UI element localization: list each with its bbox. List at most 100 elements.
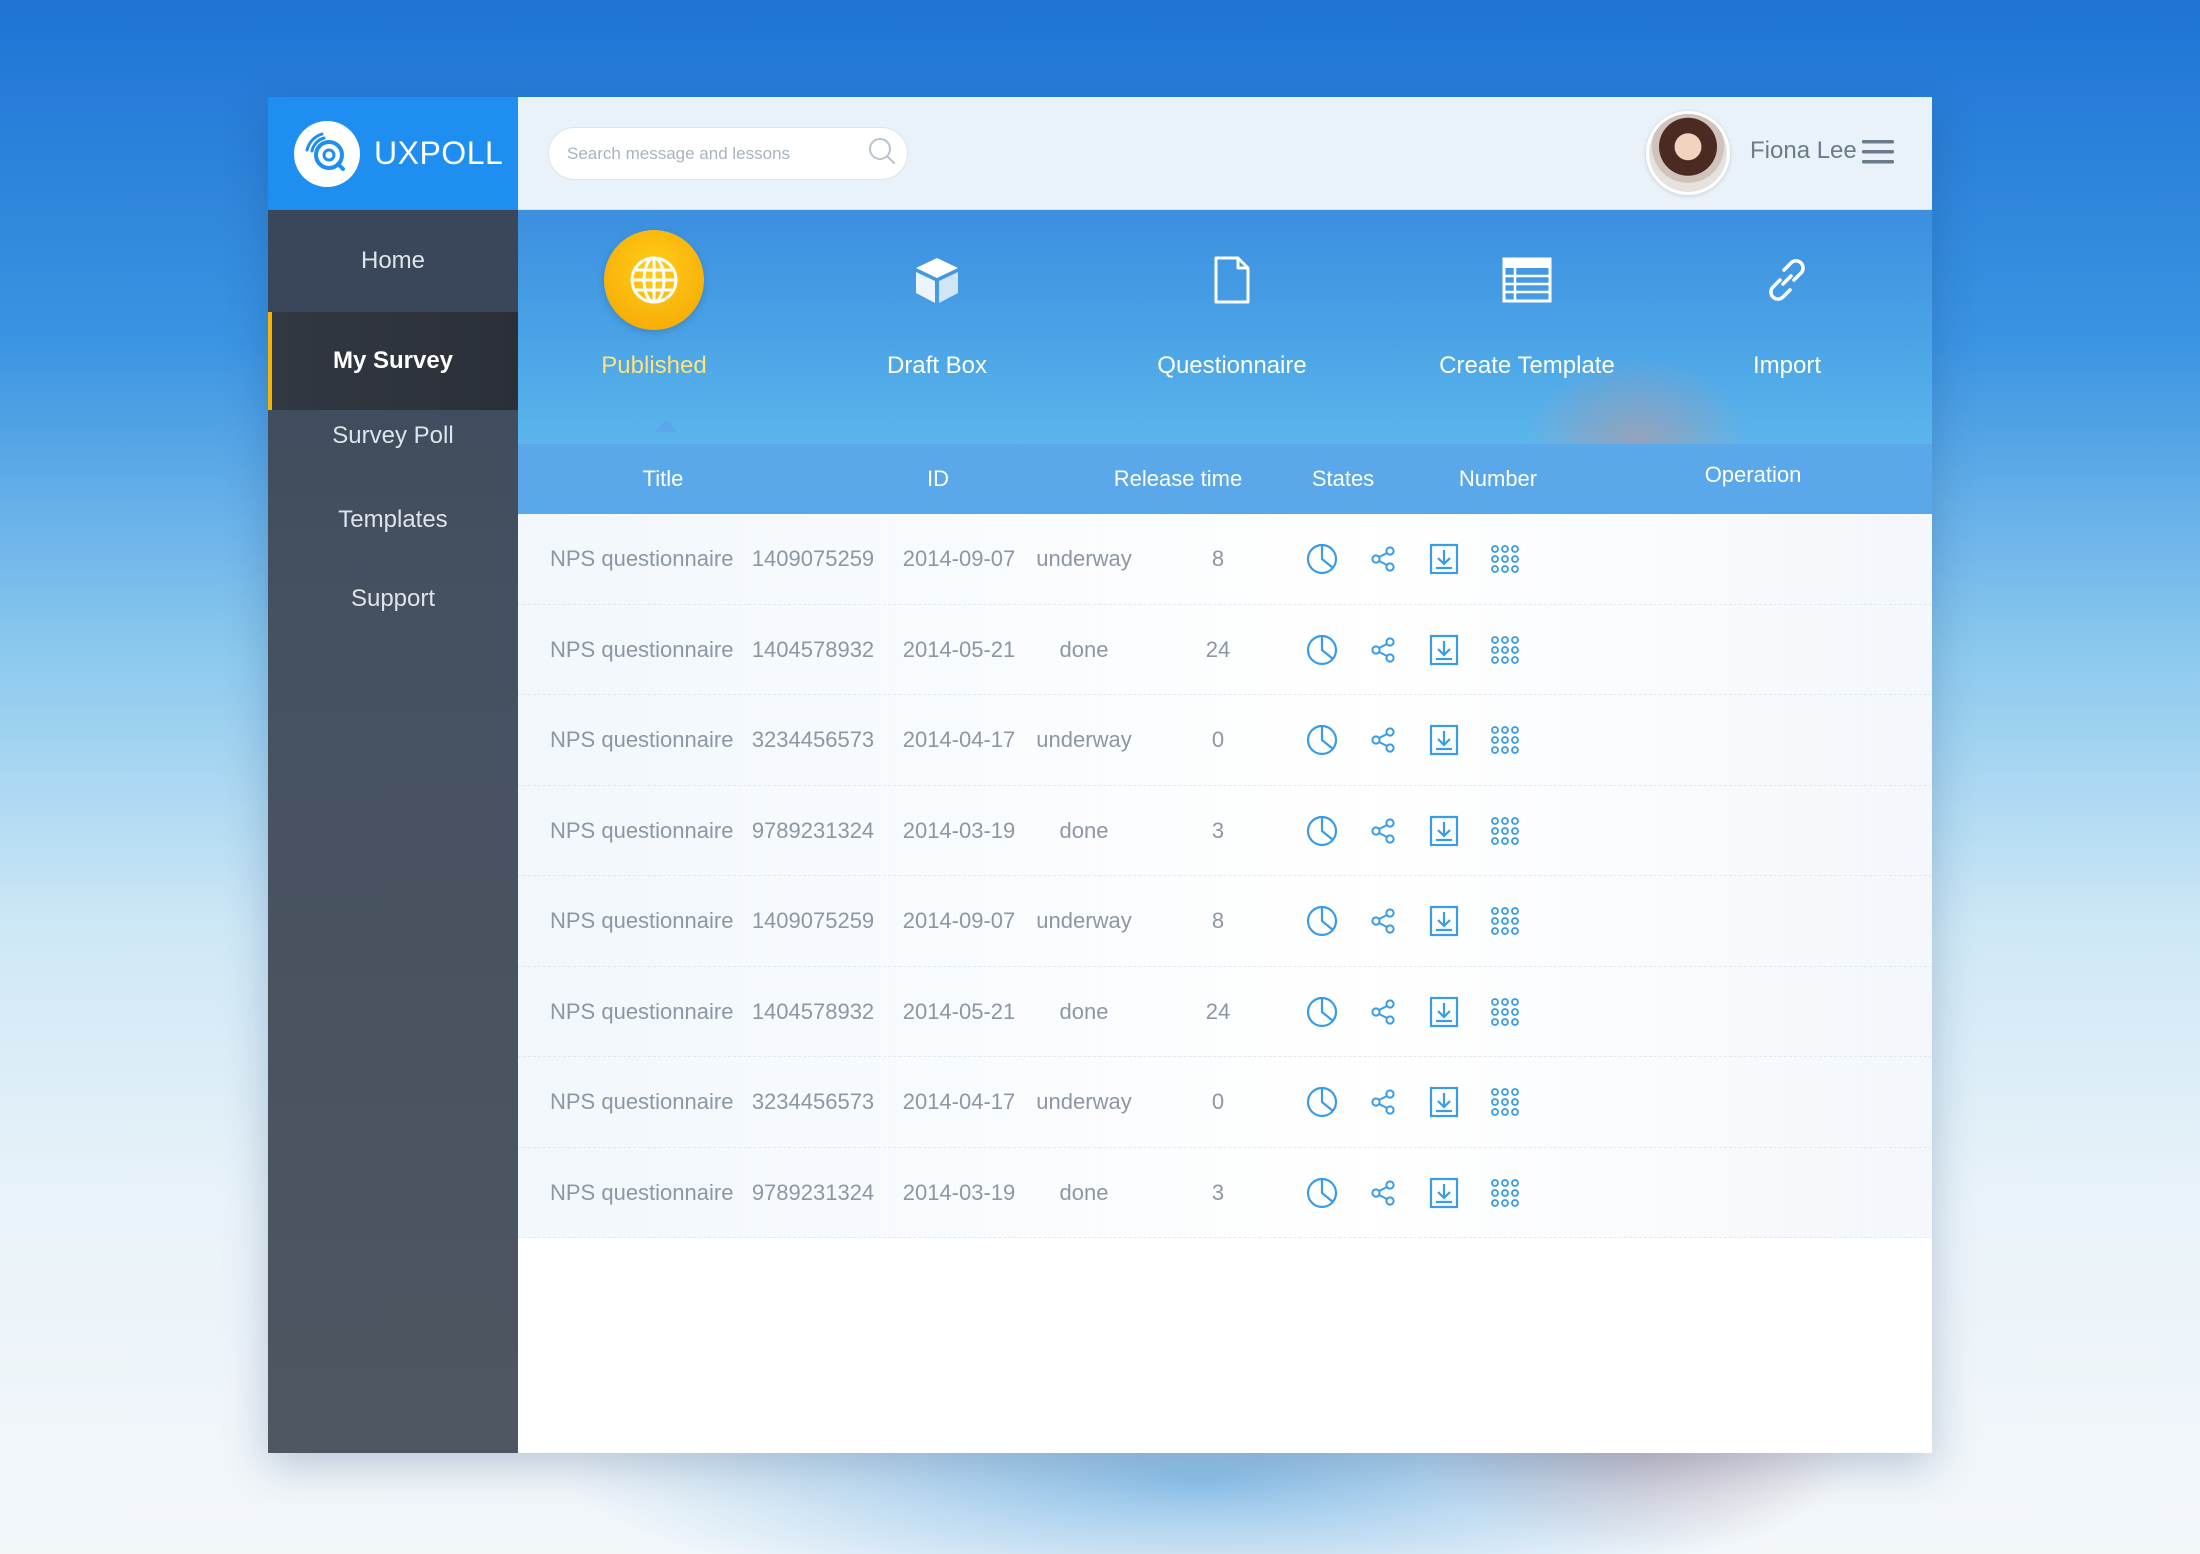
download-button[interactable] [1427, 633, 1461, 667]
table-row[interactable]: NPS questionnaire 1404578932 2014-05-21 don… [518, 966, 1932, 1057]
tab-label: Questionnaire [1157, 352, 1307, 379]
link-icon [1737, 230, 1837, 330]
sidebar-item-label: Templates [338, 506, 448, 533]
sidebar-item-label: Support [350, 585, 436, 612]
tab-banner: Published Draft Box Questionnaire Create… [518, 210, 1932, 444]
poll-logo-icon [294, 120, 360, 187]
search-input[interactable] [567, 143, 867, 164]
table-row[interactable]: NPS questionnaire 3234456573 2014-04-17 und… [518, 695, 1932, 786]
pie-chart-icon [1305, 542, 1339, 576]
brand[interactable]: UXPOLL [268, 97, 518, 210]
statistics-button[interactable] [1305, 633, 1339, 667]
hamburger-menu-icon[interactable] [1862, 138, 1894, 166]
statistics-button[interactable] [1305, 995, 1339, 1029]
sidebar-item-label: My Survey [332, 347, 454, 374]
statistics-button[interactable] [1305, 904, 1339, 938]
cell-number: 24 [1205, 636, 1231, 662]
cell-number: 0 [1211, 727, 1225, 752]
table-body: NPS questionnaire 1409075259 2014-09-07 und… [518, 514, 1932, 1238]
app-window: UXPOLL Home My Survey Survey Poll Templa… [268, 97, 1932, 1453]
share-button[interactable] [1366, 1176, 1400, 1210]
tab-published[interactable]: Published [534, 230, 774, 430]
table-row[interactable]: NPS questionnaire 9789231324 2014-03-19 don… [518, 1147, 1932, 1238]
sidebar-item-support[interactable]: Support [268, 578, 518, 620]
row-operations [1305, 1148, 1549, 1238]
share-button[interactable] [1366, 995, 1400, 1029]
share-button[interactable] [1366, 1085, 1400, 1119]
sidebar-item-templates[interactable]: Templates [268, 462, 518, 578]
table-row[interactable]: NPS questionnaire 3234456573 2014-04-17 und… [518, 1057, 1932, 1148]
share-icon [1368, 1087, 1398, 1117]
more-options-button[interactable] [1488, 995, 1522, 1029]
grid-menu-icon [1488, 633, 1522, 667]
share-icon [1368, 906, 1398, 936]
more-options-button[interactable] [1488, 1176, 1522, 1210]
download-button[interactable] [1427, 542, 1461, 576]
share-button[interactable] [1366, 814, 1400, 848]
table-row[interactable]: NPS questionnaire 9789231324 2014-03-19 don… [518, 785, 1932, 876]
sidebar-item-survey-poll[interactable]: Survey Poll [268, 410, 518, 462]
sidebar-item-label: Home [360, 247, 426, 274]
tab-label: Published [601, 352, 707, 379]
share-icon [1368, 725, 1398, 755]
download-button[interactable] [1427, 1085, 1461, 1119]
table-row[interactable]: NPS questionnaire 1404578932 2014-05-21 don… [518, 604, 1932, 695]
more-options-button[interactable] [1488, 904, 1522, 938]
pie-chart-icon [1305, 723, 1339, 757]
download-button[interactable] [1427, 904, 1461, 938]
avatar[interactable] [1646, 111, 1730, 195]
row-operations [1305, 605, 1549, 695]
sidebar-item-home[interactable]: Home [268, 210, 518, 312]
column-header-number[interactable]: Number [1378, 444, 1618, 514]
table-row[interactable]: NPS questionnaire 1409075259 2014-09-07 und… [518, 876, 1932, 967]
share-icon [1368, 635, 1398, 665]
grid-menu-icon [1488, 1085, 1522, 1119]
search-icon[interactable] [867, 136, 897, 171]
grid-menu-icon [1488, 723, 1522, 757]
share-button[interactable] [1366, 633, 1400, 667]
download-button[interactable] [1427, 1176, 1461, 1210]
tab-import[interactable]: Import [1667, 230, 1907, 430]
tab-draft-box[interactable]: Draft Box [817, 230, 1057, 430]
column-header-id[interactable]: ID [808, 444, 1068, 514]
table-icon [1477, 230, 1577, 330]
sidebar-item-label: Survey Poll [332, 422, 454, 449]
user-name[interactable]: Fiona Lee [1750, 137, 1857, 165]
download-icon [1428, 542, 1460, 576]
statistics-button[interactable] [1305, 723, 1339, 757]
tab-questionnaire[interactable]: Questionnaire [1112, 230, 1352, 430]
more-options-button[interactable] [1488, 1085, 1522, 1119]
column-header-title[interactable]: Title [518, 444, 808, 514]
statistics-button[interactable] [1305, 1085, 1339, 1119]
table-row[interactable]: NPS questionnaire 1409075259 2014-09-07 und… [518, 514, 1932, 605]
pie-chart-icon [1305, 904, 1339, 938]
grid-menu-icon [1488, 995, 1522, 1029]
more-options-button[interactable] [1488, 542, 1522, 576]
row-operations [1305, 786, 1549, 876]
grid-menu-icon [1488, 1176, 1522, 1210]
statistics-button[interactable] [1305, 1176, 1339, 1210]
sidebar: UXPOLL Home My Survey Survey Poll Templa… [268, 97, 518, 1453]
search-box[interactable] [548, 127, 908, 180]
statistics-button[interactable] [1305, 542, 1339, 576]
download-icon [1428, 995, 1460, 1029]
main-panel: Fiona Lee [518, 97, 1932, 1453]
download-button[interactable] [1427, 995, 1461, 1029]
more-options-button[interactable] [1488, 814, 1522, 848]
download-button[interactable] [1427, 723, 1461, 757]
box-icon [887, 230, 987, 330]
row-operations [1305, 876, 1549, 966]
share-button[interactable] [1366, 904, 1400, 938]
row-operations [1305, 967, 1549, 1057]
more-options-button[interactable] [1488, 723, 1522, 757]
share-button[interactable] [1366, 723, 1400, 757]
download-icon [1428, 904, 1460, 938]
share-icon [1368, 1178, 1398, 1208]
more-options-button[interactable] [1488, 633, 1522, 667]
sidebar-item-my-survey[interactable]: My Survey [268, 312, 518, 410]
tab-create-template[interactable]: Create Template [1407, 230, 1647, 430]
top-bar: Fiona Lee [518, 97, 1932, 210]
statistics-button[interactable] [1305, 814, 1339, 848]
share-button[interactable] [1366, 542, 1400, 576]
download-button[interactable] [1427, 814, 1461, 848]
